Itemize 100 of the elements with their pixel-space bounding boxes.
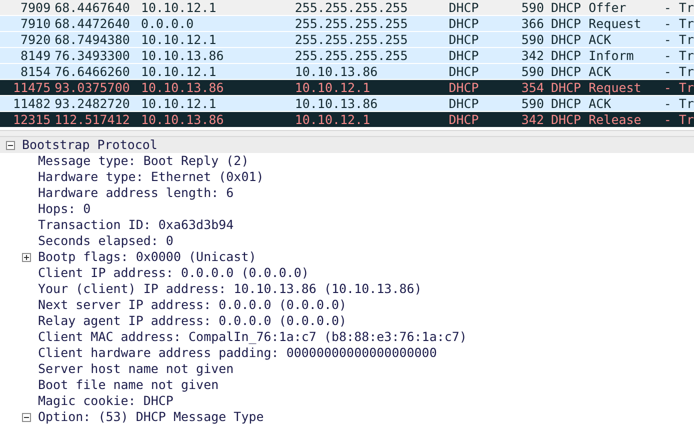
table-cell-text: 93.0375700 <box>54 80 131 95</box>
table-cell-text: 10.10.13.86 <box>140 112 225 127</box>
table-cell-text: DHCP <box>448 80 480 95</box>
tree-row[interactable]: Bootstrap Protocol <box>0 137 694 153</box>
expand-icon[interactable] <box>22 252 31 262</box>
table-cell-text: 255.255.255.255 <box>294 16 409 31</box>
tree-label: Bootp flags: 0x0000 (Unicast) <box>38 249 256 265</box>
table-cell-text: 10.10.13.86 <box>294 96 379 111</box>
table-cell-text: 68.4467640 <box>54 0 131 15</box>
table-cell-text: 0.0.0.0 <box>140 16 195 31</box>
tree-label: Message type: Boot Reply (2) <box>38 153 249 169</box>
table-cell-text: 342 <box>520 112 544 127</box>
table-cell-text: 590 <box>520 32 544 47</box>
table-cell-text: DHCP Request - Tr <box>550 80 694 95</box>
tree-label: Server host name not given <box>38 361 234 377</box>
table-cell-text: DHCP Release - Tr <box>550 112 694 127</box>
tree-label: Relay agent IP address: 0.0.0.0 (0.0.0.0) <box>38 313 347 329</box>
table-cell-text: DHCP <box>448 32 480 47</box>
tree-label: Hardware address length: 6 <box>38 185 234 201</box>
table-cell-text: 76.6466260 <box>54 64 131 79</box>
tree-row[interactable]: Hardware type: Ethernet (0x01) <box>0 169 694 185</box>
packet-row[interactable]: 8154 76.6466260 10.10.12.1 10.10.13.86 DHCP 590 DHCP ACK - Tr <box>0 64 694 80</box>
table-cell-text: 590 <box>520 96 544 111</box>
table-cell-text: DHCP ACK - Tr <box>550 64 694 79</box>
table-cell-text: 11482 <box>12 96 52 111</box>
tree-label: Client hardware address padding: 00000000000000000000 <box>38 345 437 361</box>
tree-label: Seconds elapsed: 0 <box>38 233 174 249</box>
tree-row[interactable]: Option: (53) DHCP Message Type <box>0 409 694 425</box>
table-cell-text: DHCP <box>448 112 480 127</box>
tree-row[interactable]: Client MAC address: CompalIn_76:1a:c7 (b8:88:e3:76:1a:c7) <box>0 329 694 345</box>
tree-row[interactable]: Seconds elapsed: 0 <box>0 233 694 249</box>
tree-label: Hops: 0 <box>38 201 91 217</box>
tree-row[interactable]: Relay agent IP address: 0.0.0.0 (0.0.0.0) <box>0 313 694 329</box>
tree-label: Transaction ID: 0xa63d3b94 <box>38 217 234 233</box>
packet-row[interactable]: 12315 112.517412 10.10.13.86 10.10.12.1 DHCP 342 DHCP Release - Tr <box>0 112 694 128</box>
table-cell-text: 8149 <box>20 48 52 63</box>
tree-row[interactable]: Magic cookie: DHCP <box>0 393 694 409</box>
tree-row[interactable]: Your (client) IP address: 10.10.13.86 (10.10.13.86) <box>0 281 694 297</box>
tree-row[interactable]: Bootp flags: 0x0000 (Unicast) <box>0 249 694 265</box>
table-cell-text: 10.10.12.1 <box>294 80 372 95</box>
table-cell-text: 255.255.255.255 <box>294 32 409 47</box>
tree-row[interactable]: Hops: 0 <box>0 201 694 217</box>
tree-label: Next server IP address: 0.0.0.0 (0.0.0.0) <box>38 297 347 313</box>
tree-label: Your (client) IP address: 10.10.13.86 (10.10.13.86) <box>38 281 422 297</box>
table-cell-text: 10.10.12.1 <box>140 96 218 111</box>
tree-row[interactable]: Client IP address: 0.0.0.0 (0.0.0.0) <box>0 265 694 281</box>
packet-row[interactable]: 8149 76.3493300 10.10.13.86 255.255.255.255 DHCP 342 DHCP Inform - Tr <box>0 48 694 64</box>
table-cell-text: 342 <box>520 48 544 63</box>
table-cell-text: 255.255.255.255 <box>294 48 409 63</box>
tree-label: Boot file name not given <box>38 377 219 393</box>
tree-label: Option: (53) DHCP Message Type <box>38 409 264 425</box>
tree-row[interactable]: Message type: Boot Reply (2) <box>0 153 694 169</box>
tree-row[interactable]: Hardware address length: 6 <box>0 185 694 201</box>
table-cell-text: 11475 <box>12 80 52 95</box>
table-cell-text: DHCP Request - Tr <box>550 16 694 31</box>
table-cell-text: 112.517412 <box>54 112 131 127</box>
table-cell-text: DHCP <box>448 16 480 31</box>
packet-row[interactable]: 11482 93.2482720 10.10.12.1 10.10.13.86 DHCP 590 DHCP ACK - Tr <box>0 96 694 112</box>
packet-row[interactable]: 7909 68.4467640 10.10.12.1 255.255.255.255 DHCP 590 DHCP Offer - Tr <box>0 0 694 16</box>
packet-row[interactable]: 7910 68.4472640 0.0.0.0 255.255.255.255 DHCP 366 DHCP Request - Tr <box>0 16 694 32</box>
packet-row[interactable]: 11475 93.0375700 10.10.13.86 10.10.12.1 DHCP 354 DHCP Request - Tr <box>0 80 694 96</box>
table-cell-text: 590 <box>520 64 544 79</box>
table-cell-text: 590 <box>520 0 544 15</box>
tree-label: Hardware type: Ethernet (0x01) <box>38 169 264 185</box>
table-cell-text: 7909 <box>20 0 52 15</box>
packet-row[interactable]: 7920 68.7494380 10.10.12.1 255.255.255.255 DHCP 590 DHCP ACK - Tr <box>0 32 694 48</box>
tree-row[interactable]: Client hardware address padding: 00000000000000000000 <box>0 345 694 361</box>
table-cell-text: 68.7494380 <box>54 32 131 47</box>
table-cell-text: 68.4472640 <box>54 16 131 31</box>
table-cell-text: 10.10.13.86 <box>140 48 225 63</box>
table-cell-text: DHCP Inform - Tr <box>550 48 694 63</box>
tree-label: Client MAC address: CompalIn_76:1a:c7 (b8:88:e3:76:1a:c7) <box>38 329 467 345</box>
table-cell-text: 7910 <box>20 16 52 31</box>
table-cell-text: DHCP <box>448 96 480 111</box>
table-cell-text: 12315 <box>12 112 52 127</box>
tree-row[interactable]: Next server IP address: 0.0.0.0 (0.0.0.0) <box>0 297 694 313</box>
table-cell-text: DHCP ACK - Tr <box>550 32 694 47</box>
table-cell-text: 93.2482720 <box>54 96 131 111</box>
table-cell-text: 10.10.12.1 <box>140 0 218 15</box>
table-cell-text: 76.3493300 <box>54 48 131 63</box>
table-cell-text: 10.10.12.1 <box>294 112 372 127</box>
table-cell-text: 7920 <box>20 32 52 47</box>
table-cell-text: DHCP <box>448 48 480 63</box>
tree-label: Bootstrap Protocol <box>22 137 158 153</box>
collapse-icon[interactable] <box>22 412 31 422</box>
table-cell-text: 8154 <box>20 64 52 79</box>
tree-row[interactable]: Server host name not given <box>0 361 694 377</box>
table-cell-text: DHCP Offer - Tr <box>550 0 694 15</box>
table-cell-text: 10.10.12.1 <box>140 64 218 79</box>
table-cell-text: 354 <box>520 80 544 95</box>
collapse-icon[interactable] <box>6 140 15 150</box>
tree-row[interactable]: Boot file name not given <box>0 377 694 393</box>
table-cell-text: 10.10.13.86 <box>294 64 379 79</box>
table-cell-text: DHCP <box>448 64 480 79</box>
table-cell-text: DHCP ACK - Tr <box>550 96 694 111</box>
table-cell-text: DHCP <box>448 0 480 15</box>
tree-label: Client IP address: 0.0.0.0 (0.0.0.0) <box>38 265 309 281</box>
table-cell-text: 255.255.255.255 <box>294 0 409 15</box>
tree-row[interactable]: Transaction ID: 0xa63d3b94 <box>0 217 694 233</box>
table-cell-text: 366 <box>520 16 544 31</box>
